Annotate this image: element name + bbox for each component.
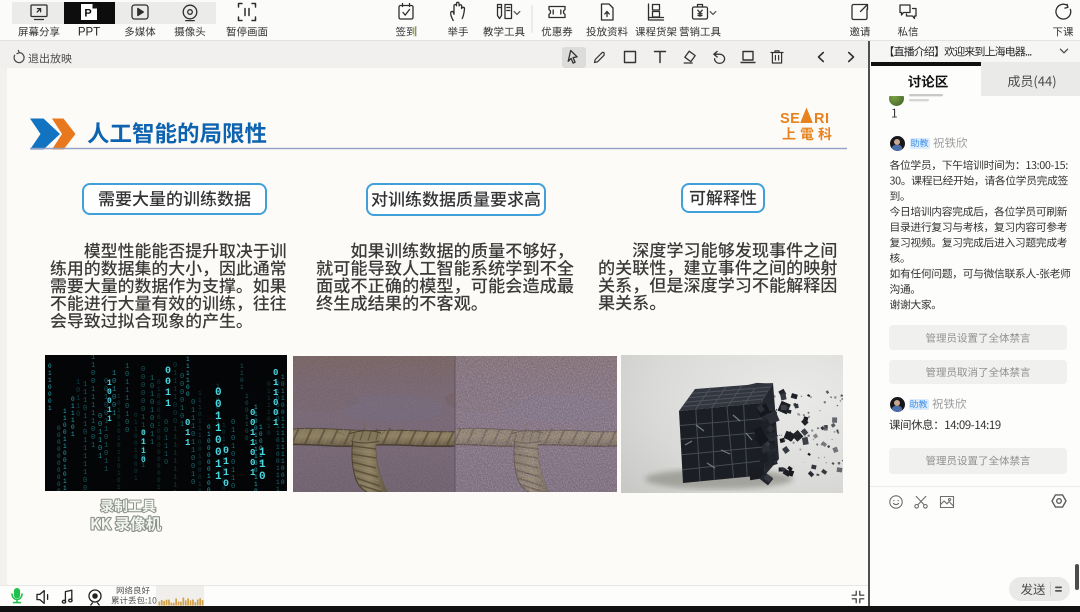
svg-text:0110001: 0110001 <box>48 363 52 412</box>
svg-text:0101001101: 0101001101 <box>231 419 235 491</box>
svg-text:0110: 0110 <box>141 429 146 465</box>
svg-text:011001: 011001 <box>273 368 279 428</box>
svg-text:011101: 011101 <box>71 396 75 438</box>
svg-text:1011001111111000: 1011001111111000 <box>281 374 285 486</box>
svg-text:111011011111001001: 111011011111001001 <box>83 381 87 491</box>
svg-text:101110100: 101110100 <box>125 363 129 435</box>
svg-text:110: 110 <box>259 447 266 483</box>
svg-text:1010101011010111: 1010101011010111 <box>117 393 121 491</box>
svg-text:0110010001: 0110010001 <box>134 412 138 482</box>
svg-text:111100: 111100 <box>186 356 190 398</box>
svg-text:01110110010: 01110110010 <box>191 399 195 487</box>
svg-text:1001100: 1001100 <box>245 393 249 442</box>
svg-text:0011001: 0011001 <box>250 408 256 478</box>
svg-text:10011: 10011 <box>107 379 112 424</box>
svg-text:0100000100001101000: 0100000100001101000 <box>207 424 211 491</box>
svg-text:0111100011111111011: 0111100011111111011 <box>173 362 177 491</box>
svg-text:1101: 1101 <box>240 363 244 391</box>
svg-text:001101: 001101 <box>98 413 102 461</box>
svg-text:01111010: 01111010 <box>267 381 271 437</box>
svg-text:110011111001: 110011111001 <box>91 355 95 450</box>
svg-text:0110: 0110 <box>223 446 229 490</box>
svg-text:011: 011 <box>185 418 191 448</box>
svg-text:101010011: 101010011 <box>150 375 154 447</box>
svg-text:11101110010001001: 11101110010001001 <box>198 390 202 491</box>
svg-text:101001: 101001 <box>112 370 116 418</box>
svg-text:00000000001110101: 00000000001110101 <box>57 425 61 491</box>
svg-text:001110: 001110 <box>164 419 168 467</box>
svg-text:0011: 0011 <box>165 366 171 410</box>
svg-text:010000100000000110: 010000100000000110 <box>157 379 161 491</box>
svg-text:11001100101110110: 11001100101110110 <box>63 408 67 491</box>
svg-text:10110: 10110 <box>76 379 80 419</box>
svg-text:00110011: 00110011 <box>215 387 222 483</box>
svg-text:0000101: 0000101 <box>180 373 184 429</box>
